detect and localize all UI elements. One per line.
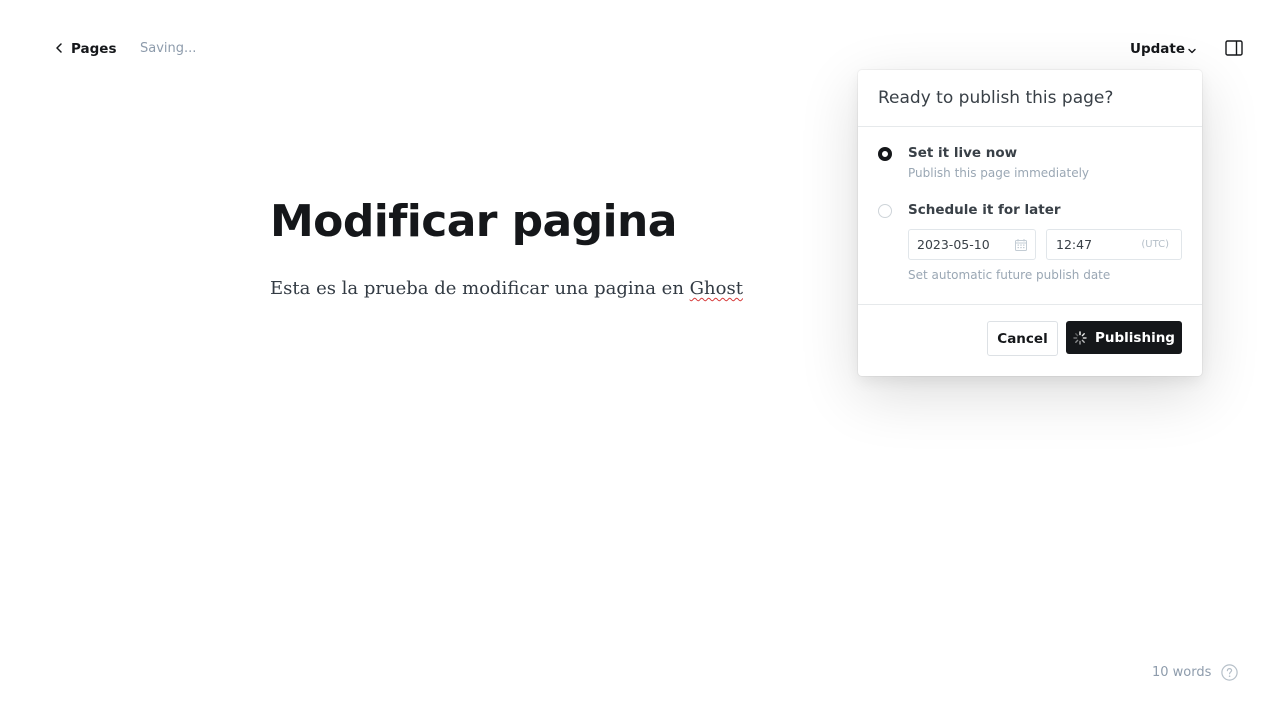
post-body-text: Esta es la prueba de modificar una pagin… xyxy=(270,278,690,299)
schedule-later-radio[interactable] xyxy=(878,204,892,218)
publish-button[interactable]: Publishing xyxy=(1066,321,1182,354)
schedule-time-input[interactable]: 12:47 (UTC) xyxy=(1046,229,1182,260)
calendar-icon[interactable] xyxy=(1015,239,1027,251)
post-title[interactable]: Modificar pagina xyxy=(270,196,677,249)
update-label: Update xyxy=(1130,41,1186,57)
save-status: Saving... xyxy=(140,41,197,56)
cancel-button[interactable]: Cancel xyxy=(987,321,1058,356)
schedule-date-input[interactable]: 2023-05-10 xyxy=(908,229,1036,260)
schedule-date-value: 2023-05-10 xyxy=(917,237,990,252)
chevron-down-icon xyxy=(1188,48,1196,54)
publish-dropdown-heading: Ready to publish this page? xyxy=(858,70,1202,127)
question-circle-icon[interactable] xyxy=(1221,664,1238,681)
back-to-pages-link[interactable]: Pages xyxy=(55,39,117,59)
sidebar-toggle-icon[interactable] xyxy=(1225,40,1243,56)
update-dropdown-button[interactable]: Update xyxy=(1130,39,1197,59)
schedule-later-label: Schedule it for later xyxy=(908,202,1061,218)
schedule-time-value: 12:47 xyxy=(1056,237,1093,252)
post-body[interactable]: Esta es la prueba de modificar una pagin… xyxy=(270,277,743,301)
back-link-label: Pages xyxy=(71,41,117,57)
timezone-label: (UTC) xyxy=(1141,239,1169,250)
word-count: 10 words xyxy=(1152,665,1212,680)
publish-now-radio[interactable] xyxy=(878,147,892,161)
publish-button-label: Publishing xyxy=(1095,329,1175,346)
publish-now-description: Publish this page immediately xyxy=(908,166,1090,180)
page: Pages Saving... Update Modificar pagina … xyxy=(0,0,1280,720)
spellcheck-flagged-word: Ghost xyxy=(689,278,743,299)
publish-dropdown-footer: Cancel Publishing xyxy=(858,304,1202,377)
chevron-left-icon xyxy=(55,42,63,56)
publish-dropdown: Ready to publish this page? Set it live … xyxy=(858,70,1202,376)
publish-now-label: Set it live now xyxy=(908,145,1018,161)
spinner-icon xyxy=(1073,330,1087,345)
schedule-note: Set automatic future publish date xyxy=(908,268,1111,282)
